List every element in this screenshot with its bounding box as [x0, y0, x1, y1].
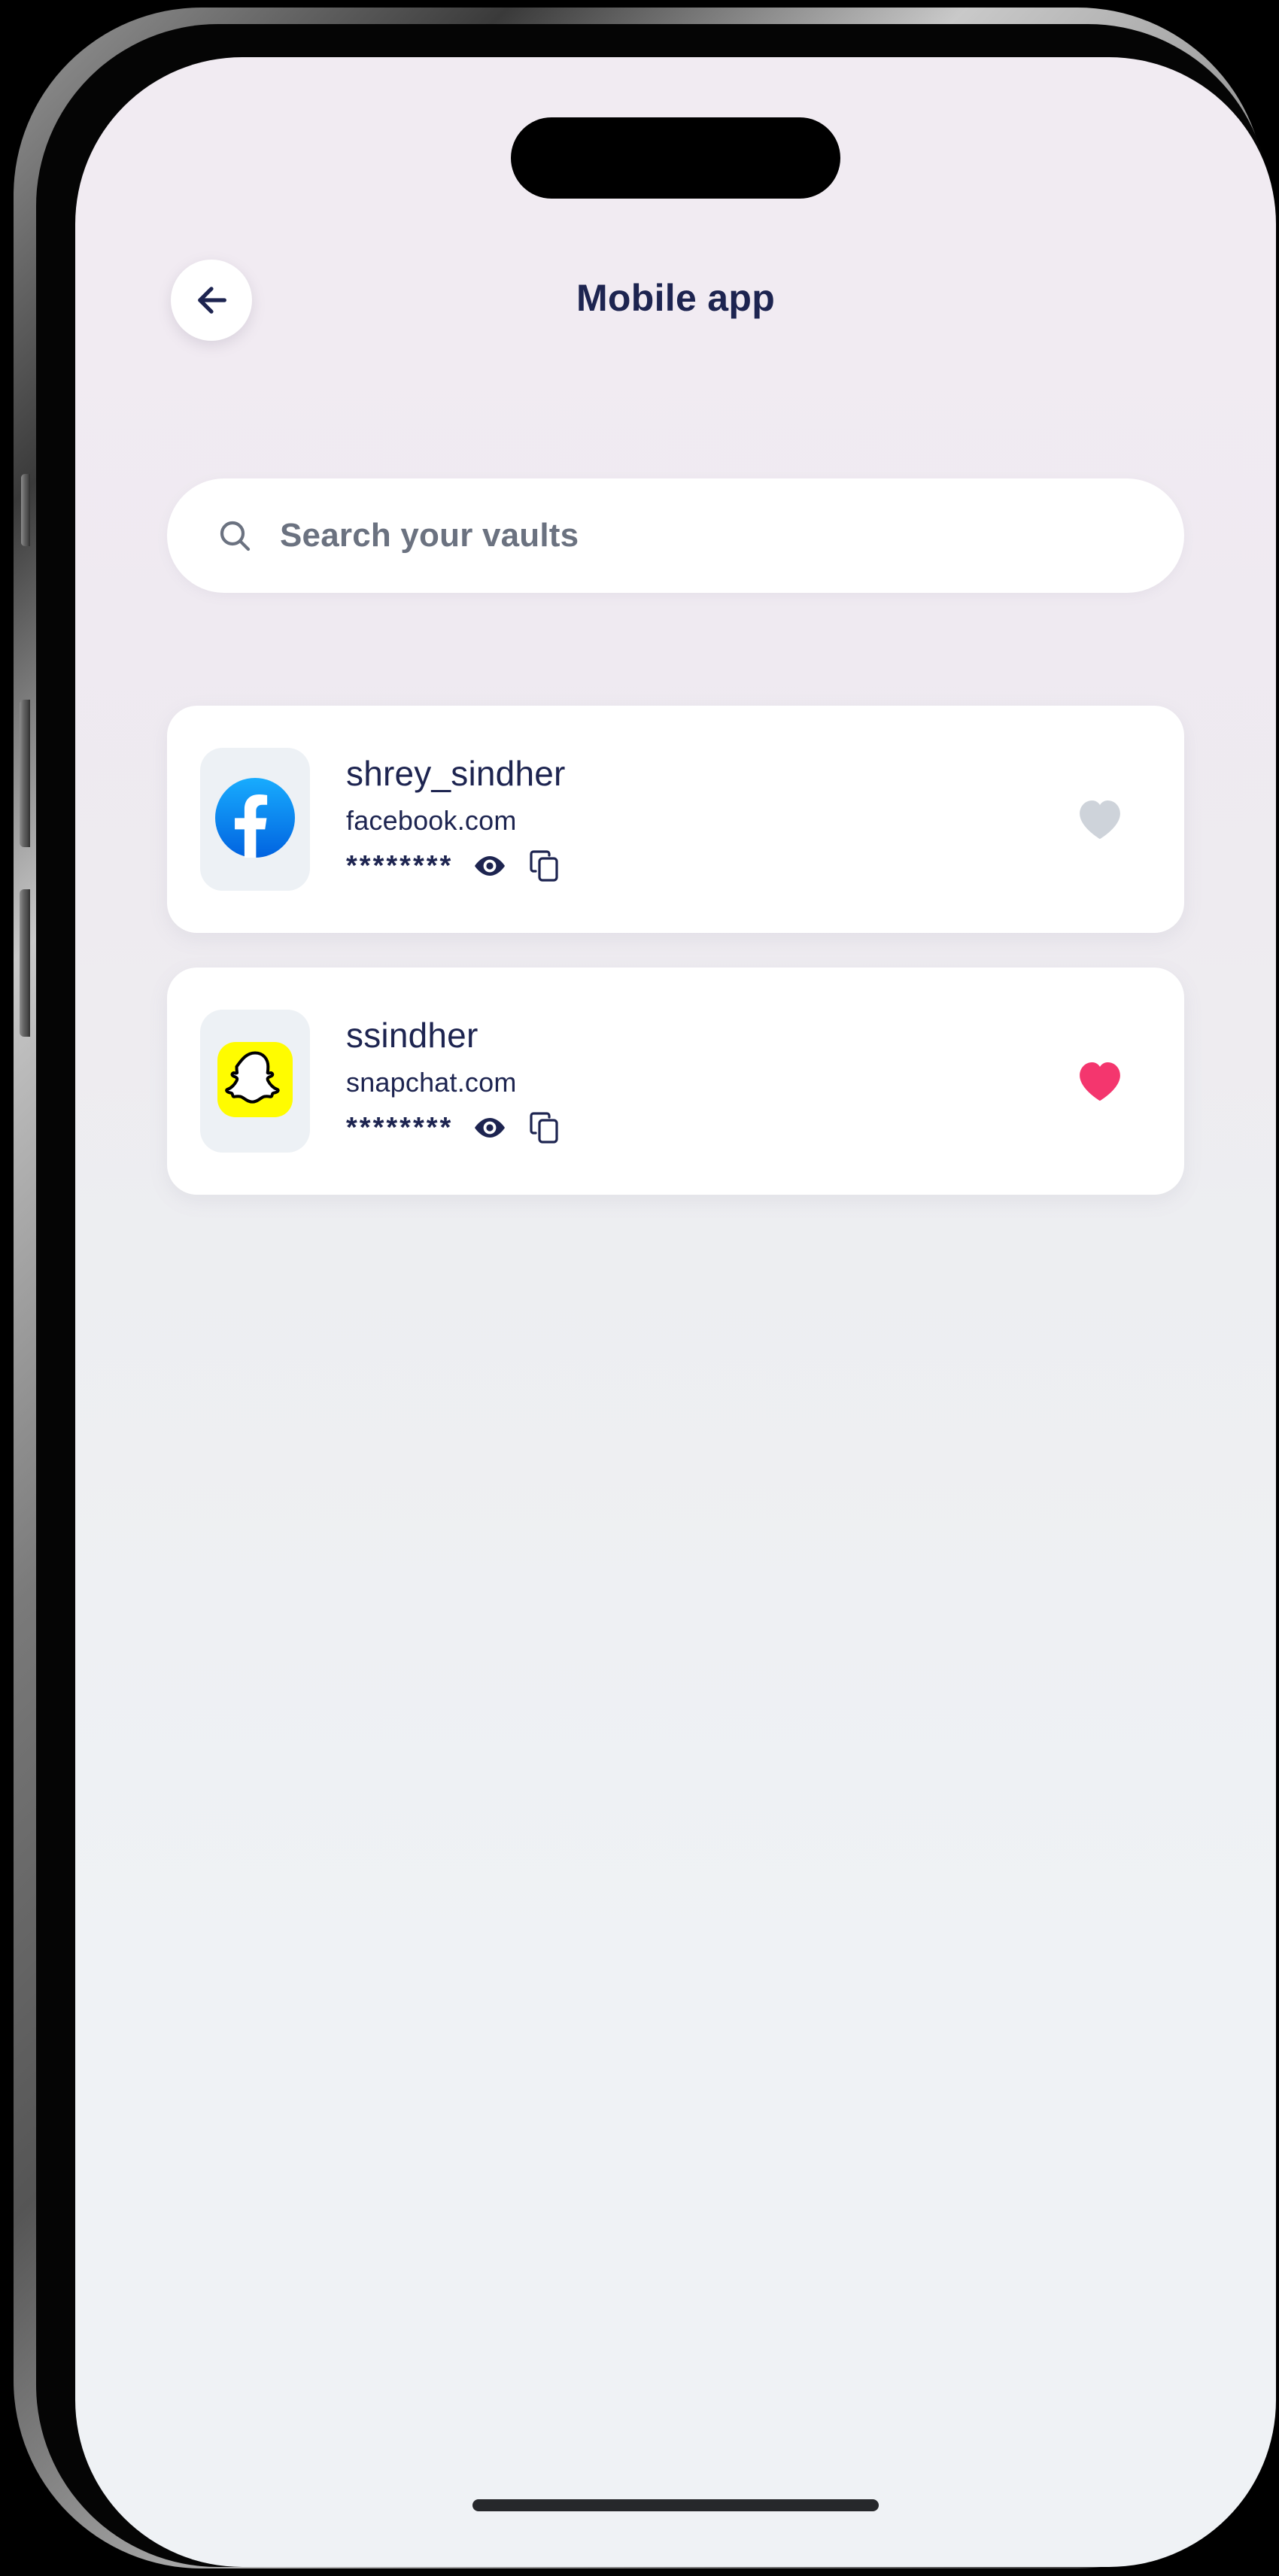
vault-list: shrey_sindher facebook.com ******** ssin… — [167, 706, 1184, 1229]
facebook-logo-tile — [200, 748, 310, 891]
volume-up-button[interactable] — [20, 700, 30, 847]
eye-icon[interactable] — [472, 849, 507, 883]
eye-icon[interactable] — [472, 1110, 507, 1145]
screenshot-root: Mobile app Search your vaults shrey_sind… — [0, 0, 1279, 2576]
vault-password-mask: ******** — [346, 1112, 454, 1144]
home-indicator[interactable] — [472, 2499, 879, 2511]
volume-down-button[interactable] — [20, 889, 30, 1037]
silent-switch[interactable] — [21, 474, 30, 546]
favorite-heart-icon[interactable] — [1076, 797, 1124, 842]
dynamic-island — [511, 117, 840, 199]
vault-password-row: ******** — [346, 849, 1076, 883]
vault-site: facebook.com — [346, 805, 517, 837]
vault-password-mask: ******** — [346, 850, 454, 882]
snapchat-logo-tile — [200, 1010, 310, 1153]
vault-password-row: ******** — [346, 1110, 1076, 1145]
search-icon — [215, 516, 254, 555]
search-input[interactable] — [278, 516, 1148, 555]
copy-icon[interactable] — [527, 849, 561, 883]
copy-icon[interactable] — [527, 1110, 561, 1145]
vault-username: ssindher — [346, 1015, 478, 1055]
phone-frame: Mobile app Search your vaults shrey_sind… — [14, 8, 1276, 2568]
favorite-heart-icon[interactable] — [1076, 1059, 1124, 1104]
phone-screen: Mobile app Search your vaults shrey_sind… — [75, 57, 1276, 2567]
vault-username: shrey_sindher — [346, 753, 566, 793]
page-title: Mobile app — [576, 277, 776, 319]
search-bar[interactable] — [167, 478, 1184, 593]
vault-site: snapchat.com — [346, 1067, 517, 1098]
phone-bezel: Mobile app Search your vaults shrey_sind… — [36, 24, 1276, 2567]
vault-details: ssindher snapchat.com ******** — [346, 1015, 1076, 1146]
app-header: Mobile app — [75, 249, 1276, 347]
facebook-logo — [215, 777, 295, 861]
vault-card-snapchat[interactable]: ssindher snapchat.com ******** — [167, 968, 1184, 1195]
vault-card-facebook[interactable]: shrey_sindher facebook.com ******** — [167, 706, 1184, 933]
snapchat-logo — [217, 1041, 293, 1121]
vault-details: shrey_sindher facebook.com ******** — [346, 755, 1076, 884]
